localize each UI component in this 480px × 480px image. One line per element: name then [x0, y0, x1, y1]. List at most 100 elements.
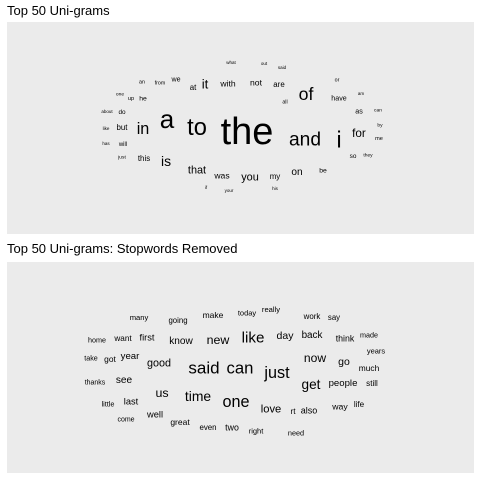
word-day: day	[276, 329, 294, 342]
word-was: was	[214, 170, 230, 181]
word-come: come	[117, 416, 135, 424]
word-am: am	[357, 90, 365, 96]
word-thanks: thanks	[84, 379, 106, 387]
word-me: me	[375, 136, 383, 143]
word-little: little	[101, 399, 115, 409]
word-like: like	[241, 329, 265, 347]
word-at: at	[189, 83, 197, 93]
word-much: much	[358, 362, 380, 373]
word-back: back	[301, 330, 323, 342]
word-we: we	[171, 75, 181, 84]
word-need: need	[287, 428, 305, 438]
word-years: years	[366, 346, 386, 356]
word-one: one	[222, 392, 250, 411]
word-said: said	[277, 64, 287, 70]
word-or: or	[334, 77, 340, 84]
chart-title-stopwords-removed: Top 50 Uni-grams: Stopwords Removed	[7, 241, 238, 256]
word-is: is	[160, 153, 172, 170]
word-i: i	[336, 126, 342, 153]
word-but: but	[116, 123, 128, 133]
word-good: good	[146, 357, 172, 370]
word-way: way	[332, 401, 348, 412]
word-be: be	[319, 167, 327, 175]
word-of: of	[298, 84, 314, 105]
word-that: that	[187, 164, 207, 177]
word-my: my	[269, 172, 281, 182]
word-people: people	[328, 378, 358, 390]
word-even: even	[199, 423, 217, 433]
word-take: take	[84, 353, 98, 363]
word-got: got	[104, 353, 116, 364]
word-all: all	[282, 99, 288, 106]
word-like: like	[102, 125, 110, 131]
wordcloud-panel-stopwords-removed: said can just one like time get new us now love goo…	[7, 262, 474, 473]
word-just: just	[118, 155, 126, 161]
word-say: say	[327, 313, 341, 323]
word-an: an	[139, 79, 145, 86]
word-will: will	[118, 142, 128, 148]
word-time: time	[184, 388, 212, 405]
word-so: so	[349, 152, 357, 160]
word-great: great	[170, 416, 190, 427]
word-many: many	[129, 313, 149, 323]
word-you: you	[241, 171, 259, 184]
word-today: today	[237, 308, 257, 318]
word-by: by	[377, 123, 383, 129]
word-rt: rt	[290, 406, 296, 416]
word-want: want	[114, 333, 132, 343]
word-with: with	[220, 78, 236, 89]
word-can: can	[226, 358, 254, 378]
word-a: a	[159, 104, 175, 134]
wordcloud-panel-unigrams: the a to i and of in is it for that you on was with not…	[7, 22, 474, 234]
word-go: go	[338, 355, 350, 368]
word-he: he	[139, 95, 147, 103]
word-life: life	[353, 399, 365, 409]
word-see: see	[115, 374, 133, 386]
word-one: one	[115, 92, 125, 98]
word-last: last	[123, 396, 139, 407]
word-well: well	[146, 409, 164, 420]
word-not: not	[250, 77, 262, 88]
word-are: are	[273, 80, 285, 90]
word-get: get	[301, 377, 321, 393]
word-really: really	[261, 305, 281, 315]
word-his: his	[272, 185, 278, 191]
word-still: still	[366, 378, 378, 388]
word-going: going	[168, 316, 188, 326]
word-it: it	[201, 76, 209, 92]
word-for: for	[352, 127, 366, 141]
word-what: what	[226, 59, 236, 65]
word-new: new	[206, 332, 230, 347]
word-to: to	[187, 115, 207, 142]
word-out: out	[260, 60, 268, 66]
word-on: on	[291, 166, 303, 178]
word-know: know	[169, 335, 193, 347]
word-if: if	[204, 184, 208, 190]
word-about: about	[101, 108, 113, 114]
word-think: think	[335, 333, 355, 344]
word-love: love	[260, 403, 282, 416]
word-have: have	[331, 94, 347, 103]
chart-title-unigrams: Top 50 Uni-grams	[7, 3, 110, 18]
word-work: work	[303, 312, 321, 322]
word-year: year	[120, 351, 140, 363]
word-as: as	[355, 107, 363, 116]
word-and: and	[288, 129, 322, 151]
word-the: the	[220, 111, 274, 153]
word-up: up	[127, 96, 135, 103]
word-right: right	[248, 426, 264, 436]
word-from: from	[154, 80, 166, 87]
word-in: in	[136, 119, 150, 138]
word-your: your	[224, 187, 234, 193]
word-first: first	[139, 332, 155, 343]
word-home: home	[88, 335, 106, 345]
word-do: do	[118, 108, 126, 116]
word-they: they	[363, 153, 373, 159]
word-has: has	[102, 140, 110, 146]
word-two: two	[225, 422, 239, 433]
word-now: now	[303, 350, 327, 365]
word-can: can	[374, 108, 382, 114]
word-made: made	[360, 330, 378, 340]
word-just: just	[264, 363, 290, 382]
word-said: said	[188, 358, 220, 378]
